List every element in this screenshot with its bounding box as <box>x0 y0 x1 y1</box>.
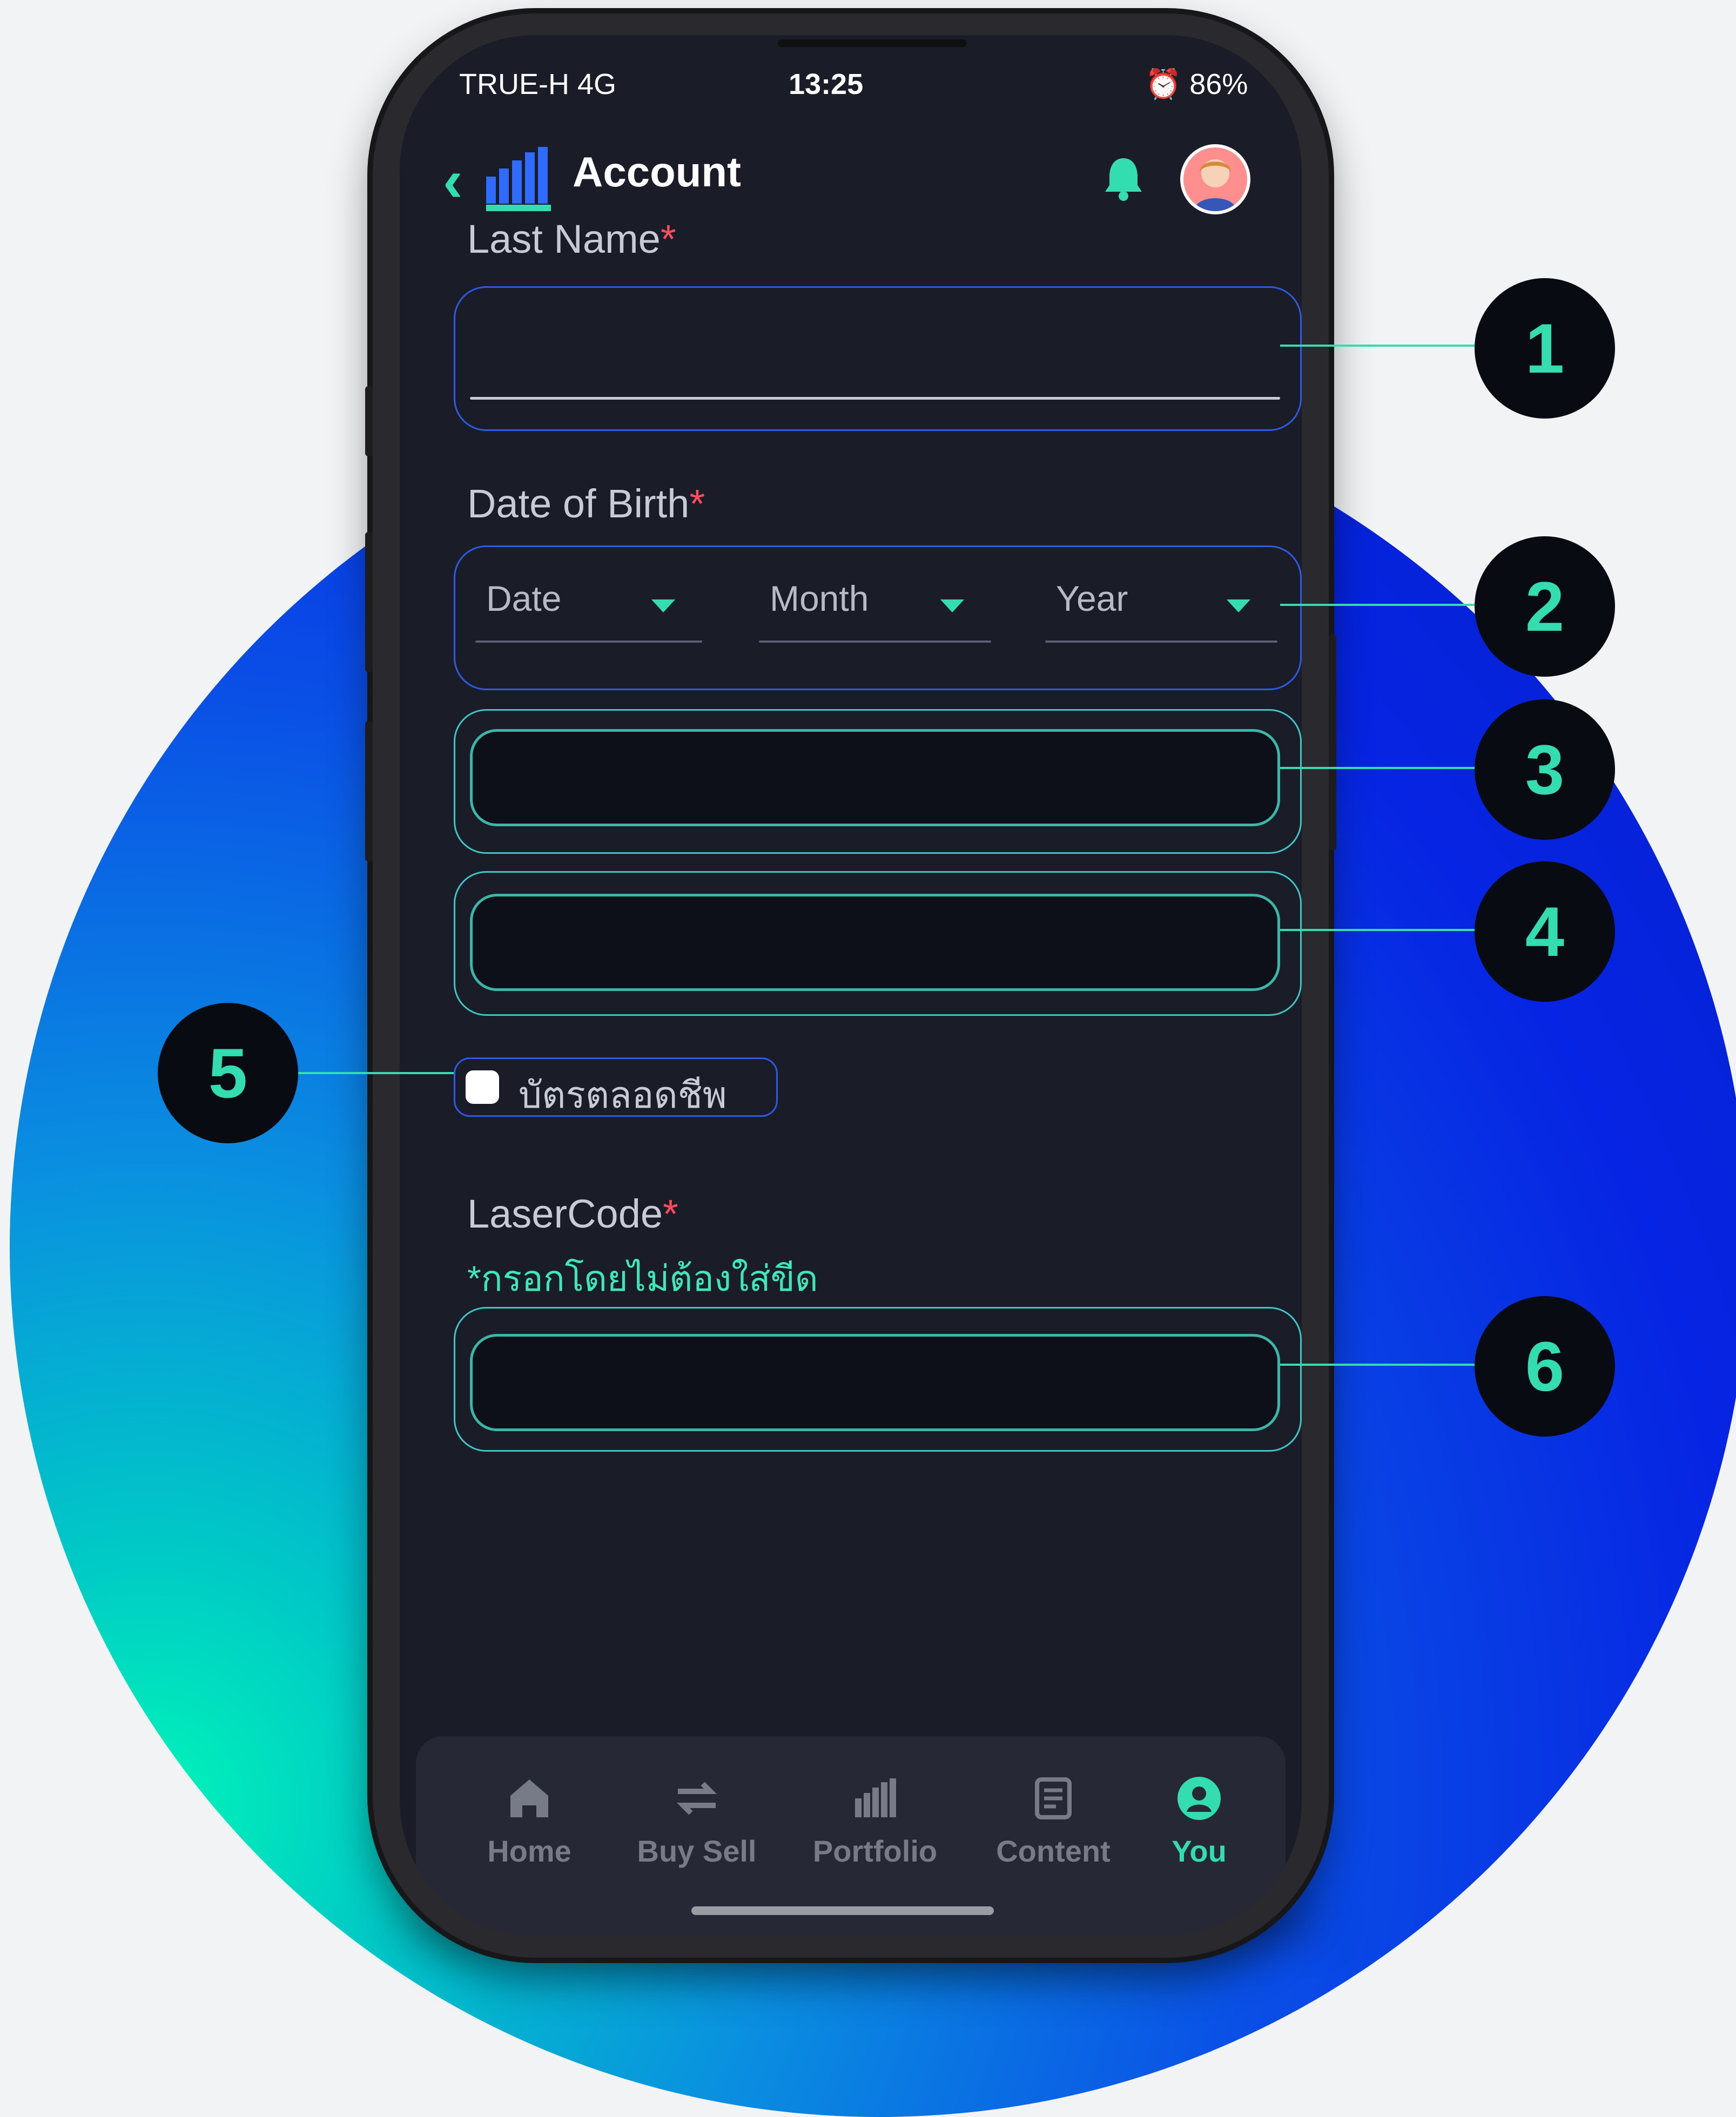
tab-label: Home <box>487 1834 571 1868</box>
dropdown-underline <box>475 641 702 643</box>
last-name-label: Last Name* <box>467 216 676 262</box>
required-marker: * <box>660 217 676 261</box>
dropdown-underline <box>759 641 991 643</box>
power-button <box>1329 635 1336 851</box>
app-header: ‹ Account <box>400 122 1302 214</box>
laser-code-input[interactable] <box>470 1334 1280 1431</box>
callout-badge-4: 4 <box>1475 861 1615 1002</box>
dropdown-underline <box>1045 641 1277 643</box>
home-icon <box>510 1779 548 1817</box>
date-placeholder: Date <box>486 578 562 618</box>
tab-label: You <box>1172 1834 1227 1868</box>
user-icon <box>1177 1777 1221 1820</box>
callout-badge-6: 6 <box>1475 1296 1615 1437</box>
last-name-highlight <box>454 286 1302 431</box>
tab-portfolio[interactable]: Portfolio <box>794 1774 956 1869</box>
tab-you[interactable]: You <box>1118 1774 1280 1869</box>
callout-line-6 <box>1280 1364 1480 1366</box>
caret-down-icon <box>651 599 675 612</box>
callout-badge-3: 3 <box>1475 699 1615 840</box>
callout-line-4 <box>1280 929 1480 931</box>
volume-up-button <box>365 532 373 672</box>
id-card-number-input[interactable] <box>470 729 1280 826</box>
date-dropdown[interactable]: Date <box>475 556 702 653</box>
callout-line-5 <box>292 1072 454 1074</box>
lifetime-card-checkbox[interactable] <box>466 1070 499 1104</box>
callout-badge-1: 1 <box>1475 278 1615 419</box>
laser-code-label: LaserCode* <box>467 1191 678 1237</box>
tab-buy-sell[interactable]: Buy Sell <box>616 1774 778 1869</box>
page-title: Account <box>573 148 741 195</box>
month-placeholder: Month <box>770 578 869 618</box>
laser-code-label-text: LaserCode <box>467 1191 663 1236</box>
swap-icon <box>676 1782 717 1815</box>
avatar-person-icon <box>1194 159 1236 211</box>
year-placeholder: Year <box>1056 578 1128 618</box>
avatar[interactable] <box>1180 144 1250 214</box>
mute-switch <box>365 386 373 456</box>
last-name-input[interactable] <box>470 397 1280 400</box>
status-bar: TRUE-H 4G 13:25 ⏰ 86% <box>400 35 1302 100</box>
id-card-expiry-input[interactable] <box>470 894 1280 991</box>
caret-down-icon <box>940 599 964 612</box>
clock: 13:25 <box>789 68 864 100</box>
app-screen: TRUE-H 4G 13:25 ⏰ 86% ‹ Account Last Nam… <box>400 35 1302 1936</box>
callout-line-2 <box>1280 604 1480 606</box>
battery-text: 86% <box>1189 68 1248 100</box>
caret-down-icon <box>1227 599 1250 612</box>
callout-badge-2: 2 <box>1475 536 1615 677</box>
year-dropdown[interactable]: Year <box>1045 556 1277 653</box>
tab-home[interactable]: Home <box>448 1774 610 1869</box>
lifetime-card-label: บัตรตลอดชีพ <box>519 1075 727 1116</box>
callout-badge-5: 5 <box>158 1003 298 1143</box>
volume-down-button <box>365 721 373 861</box>
callout-line-1 <box>1280 345 1480 347</box>
tab-content[interactable]: Content <box>972 1774 1134 1869</box>
last-name-label-text: Last Name <box>467 217 661 261</box>
month-dropdown[interactable]: Month <box>759 556 991 653</box>
required-marker: * <box>663 1191 678 1236</box>
required-marker: * <box>689 481 705 526</box>
tab-label: Buy Sell <box>637 1834 757 1868</box>
callout-line-3 <box>1280 767 1480 769</box>
home-indicator <box>691 1906 994 1915</box>
laser-code-hint: *กรอกโดยไม่ต้องใส่ขีด <box>467 1258 818 1298</box>
back-chevron-icon[interactable]: ‹ <box>443 151 463 211</box>
carrier-label: TRUE-H 4G <box>459 68 617 100</box>
dob-label: Date of Birth* <box>467 481 705 527</box>
battery-level: ⏰ 86% <box>1145 68 1248 100</box>
portfolio-icon <box>855 1778 896 1817</box>
tab-label: Portfolio <box>812 1834 938 1868</box>
bell-icon[interactable] <box>1102 154 1145 203</box>
phone-frame: TRUE-H 4G 13:25 ⏰ 86% ‹ Account Last Nam… <box>365 14 1336 1958</box>
tab-label: Content <box>996 1834 1111 1868</box>
app-logo-icon <box>486 147 551 211</box>
content-icon <box>1035 1777 1072 1819</box>
dob-label-text: Date of Birth <box>467 481 690 526</box>
